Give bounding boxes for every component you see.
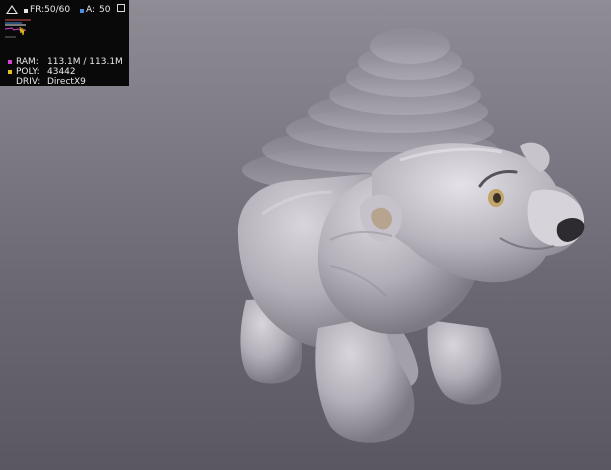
ram-indicator: [8, 60, 12, 64]
stats-header: FR:50/60 A: 50: [0, 3, 129, 17]
driver-row: DRIV: DirectX9: [0, 77, 129, 88]
frame-rate-text: FR:50/60: [30, 5, 71, 15]
poly-indicator: [8, 70, 12, 74]
square-icon[interactable]: [117, 4, 125, 12]
a-label: A:: [86, 5, 96, 15]
driver-label: DRIV:: [16, 77, 41, 87]
stats-overlay: FR:50/60 A: 50 RAM: 113.1M / 113.1M POLY…: [0, 0, 129, 88]
performance-graph: [4, 19, 31, 38]
driver-value: DirectX9: [47, 77, 86, 87]
3d-viewport[interactable]: FR:50/60 A: 50 RAM: 113.1M / 113.1M POLY…: [0, 0, 611, 470]
frame-rate-indicator: [24, 9, 28, 13]
a-indicator: [80, 9, 84, 13]
triangle-icon[interactable]: [6, 5, 18, 14]
a-value: 50: [99, 5, 111, 15]
polar-bear-model[interactable]: [237, 142, 585, 443]
